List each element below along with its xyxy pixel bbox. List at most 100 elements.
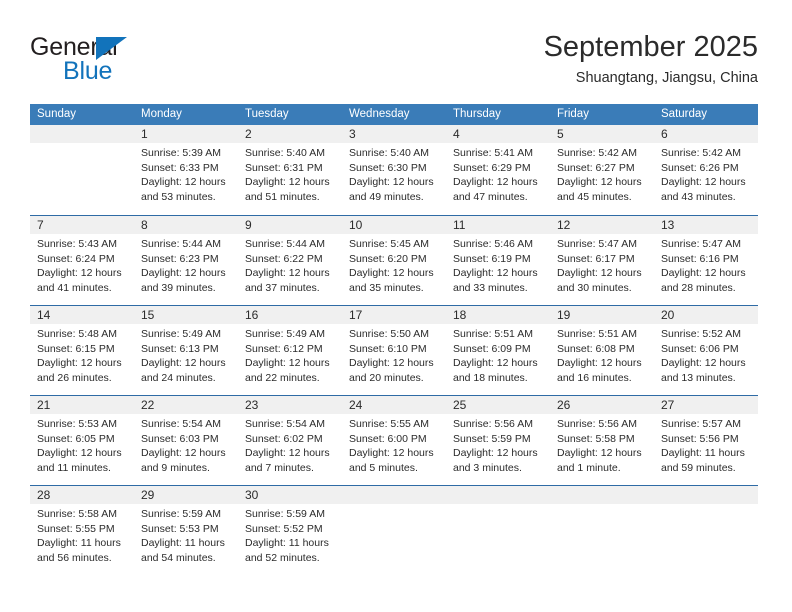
day-number: 26 bbox=[557, 398, 571, 412]
calendar-day-cell[interactable]: 1 Sunrise: 5:39 AM Sunset: 6:33 PM Daylight… bbox=[134, 125, 238, 215]
calendar-day-cell[interactable]: 25 Sunrise: 5:56 AM Sunset: 5:59 PM Dayligh… bbox=[446, 396, 550, 485]
day-number-band: 15 bbox=[134, 306, 238, 324]
daylight-text: Daylight: 12 hours bbox=[557, 447, 642, 460]
calendar-day-cell[interactable]: 4 Sunrise: 5:41 AM Sunset: 6:29 PM Daylight… bbox=[446, 125, 550, 215]
calendar-day-cell[interactable]: 5 Sunrise: 5:42 AM Sunset: 6:27 PM Daylight… bbox=[550, 125, 654, 215]
sunset-text: Sunset: 6:22 PM bbox=[245, 252, 323, 265]
day-number-band: 16 bbox=[238, 306, 342, 324]
calendar-day-cell[interactable]: 26 Sunrise: 5:56 AM Sunset: 5:58 PM Dayligh… bbox=[550, 396, 654, 485]
day-number: 25 bbox=[453, 398, 467, 412]
calendar-day-cell[interactable]: 21 Sunrise: 5:53 AM Sunset: 6:05 PM Dayligh… bbox=[30, 396, 134, 485]
day-number-band bbox=[446, 486, 550, 504]
sunset-text: Sunset: 6:24 PM bbox=[37, 252, 115, 265]
sunset-text: Sunset: 6:08 PM bbox=[557, 342, 635, 355]
calendar-day-cell[interactable]: 7 Sunrise: 5:43 AM Sunset: 6:24 PM Daylight… bbox=[30, 216, 134, 305]
daylight-text: Daylight: 12 hours bbox=[349, 176, 434, 189]
day-number: 13 bbox=[661, 218, 675, 232]
day-number-band: 3 bbox=[342, 125, 446, 143]
sunset-text: Sunset: 6:16 PM bbox=[661, 252, 739, 265]
day-details: Sunrise: 5:51 AM Sunset: 6:08 PM Daylight:… bbox=[550, 324, 654, 385]
day-number: 6 bbox=[661, 127, 668, 141]
sunset-text: Sunset: 6:31 PM bbox=[245, 161, 323, 174]
calendar-day-cell[interactable]: 27 Sunrise: 5:57 AM Sunset: 5:56 PM Dayligh… bbox=[654, 396, 758, 485]
day-number: 4 bbox=[453, 127, 460, 141]
day-number-band: 28 bbox=[30, 486, 134, 504]
sunset-text: Sunset: 5:59 PM bbox=[453, 432, 531, 445]
day-number-band: 4 bbox=[446, 125, 550, 143]
sunrise-text: Sunrise: 5:57 AM bbox=[661, 418, 741, 430]
daylight-text-cont: and 28 minutes. bbox=[661, 281, 736, 294]
calendar-page: General Blue September 2025 Shuangtang, … bbox=[0, 0, 792, 612]
calendar-day-cell[interactable]: 3 Sunrise: 5:40 AM Sunset: 6:30 PM Daylight… bbox=[342, 125, 446, 215]
day-number-band: 2 bbox=[238, 125, 342, 143]
day-number: 2 bbox=[245, 127, 252, 141]
calendar-day-cell[interactable]: 2 Sunrise: 5:40 AM Sunset: 6:31 PM Daylight… bbox=[238, 125, 342, 215]
calendar-day-cell[interactable]: 22 Sunrise: 5:54 AM Sunset: 6:03 PM Dayligh… bbox=[134, 396, 238, 485]
daylight-text: Daylight: 12 hours bbox=[453, 447, 538, 460]
day-number: 10 bbox=[349, 218, 363, 232]
day-details: Sunrise: 5:54 AM Sunset: 6:03 PM Daylight:… bbox=[134, 414, 238, 475]
day-details: Sunrise: 5:59 AM Sunset: 5:52 PM Daylight:… bbox=[238, 504, 342, 565]
sunrise-text: Sunrise: 5:51 AM bbox=[557, 328, 637, 340]
sunset-text: Sunset: 5:53 PM bbox=[141, 522, 219, 535]
sunrise-text: Sunrise: 5:46 AM bbox=[453, 238, 533, 250]
day-number-band: 9 bbox=[238, 216, 342, 234]
daylight-text-cont: and 13 minutes. bbox=[661, 371, 736, 384]
sunset-text: Sunset: 6:10 PM bbox=[349, 342, 427, 355]
day-number-band: 26 bbox=[550, 396, 654, 414]
calendar-day-cell[interactable]: 10 Sunrise: 5:45 AM Sunset: 6:20 PM Dayligh… bbox=[342, 216, 446, 305]
calendar-day-cell[interactable]: 11 Sunrise: 5:46 AM Sunset: 6:19 PM Dayligh… bbox=[446, 216, 550, 305]
calendar-day-cell[interactable]: 16 Sunrise: 5:49 AM Sunset: 6:12 PM Dayligh… bbox=[238, 306, 342, 395]
sunrise-text: Sunrise: 5:59 AM bbox=[141, 508, 221, 520]
daylight-text-cont: and 7 minutes. bbox=[245, 461, 314, 474]
calendar-day-cell[interactable]: 20 Sunrise: 5:52 AM Sunset: 6:06 PM Dayligh… bbox=[654, 306, 758, 395]
calendar-day-cell[interactable]: 19 Sunrise: 5:51 AM Sunset: 6:08 PM Dayligh… bbox=[550, 306, 654, 395]
sunset-text: Sunset: 6:20 PM bbox=[349, 252, 427, 265]
sunset-text: Sunset: 6:33 PM bbox=[141, 161, 219, 174]
calendar-day-cell[interactable]: 29 Sunrise: 5:59 AM Sunset: 5:53 PM Dayligh… bbox=[134, 486, 238, 575]
day-details: Sunrise: 5:42 AM Sunset: 6:27 PM Daylight:… bbox=[550, 143, 654, 204]
sunrise-text: Sunrise: 5:53 AM bbox=[37, 418, 117, 430]
calendar-day-cell[interactable]: 13 Sunrise: 5:47 AM Sunset: 6:16 PM Dayligh… bbox=[654, 216, 758, 305]
calendar-day-cell[interactable]: 30 Sunrise: 5:59 AM Sunset: 5:52 PM Dayligh… bbox=[238, 486, 342, 575]
brand-logo[interactable]: General Blue bbox=[30, 33, 210, 87]
daylight-text-cont: and 33 minutes. bbox=[453, 281, 528, 294]
day-number: 16 bbox=[245, 308, 259, 322]
daylight-text: Daylight: 12 hours bbox=[245, 267, 330, 280]
day-details: Sunrise: 5:54 AM Sunset: 6:02 PM Daylight:… bbox=[238, 414, 342, 475]
sunrise-text: Sunrise: 5:45 AM bbox=[349, 238, 429, 250]
day-details: Sunrise: 5:50 AM Sunset: 6:10 PM Daylight:… bbox=[342, 324, 446, 385]
daylight-text-cont: and 49 minutes. bbox=[349, 190, 424, 203]
day-details bbox=[654, 504, 758, 507]
calendar-day-cell[interactable]: 8 Sunrise: 5:44 AM Sunset: 6:23 PM Daylight… bbox=[134, 216, 238, 305]
calendar-day-cell[interactable]: 9 Sunrise: 5:44 AM Sunset: 6:22 PM Daylight… bbox=[238, 216, 342, 305]
sunset-text: Sunset: 6:26 PM bbox=[661, 161, 739, 174]
calendar-day-cell[interactable]: 28 Sunrise: 5:58 AM Sunset: 5:55 PM Dayligh… bbox=[30, 486, 134, 575]
daylight-text: Daylight: 12 hours bbox=[141, 176, 226, 189]
daylight-text-cont: and 56 minutes. bbox=[37, 551, 112, 564]
sunrise-text: Sunrise: 5:44 AM bbox=[141, 238, 221, 250]
calendar-day-cell[interactable]: 12 Sunrise: 5:47 AM Sunset: 6:17 PM Dayligh… bbox=[550, 216, 654, 305]
day-number-band: 23 bbox=[238, 396, 342, 414]
calendar-day-cell[interactable]: 14 Sunrise: 5:48 AM Sunset: 6:15 PM Dayligh… bbox=[30, 306, 134, 395]
sunset-text: Sunset: 6:23 PM bbox=[141, 252, 219, 265]
calendar-day-cell[interactable]: 6 Sunrise: 5:42 AM Sunset: 6:26 PM Daylight… bbox=[654, 125, 758, 215]
calendar-day-cell[interactable]: 18 Sunrise: 5:51 AM Sunset: 6:09 PM Dayligh… bbox=[446, 306, 550, 395]
calendar-empty-cell bbox=[30, 125, 134, 215]
calendar-day-cell[interactable]: 17 Sunrise: 5:50 AM Sunset: 6:10 PM Dayligh… bbox=[342, 306, 446, 395]
day-number-band: 7 bbox=[30, 216, 134, 234]
sunrise-text: Sunrise: 5:40 AM bbox=[245, 147, 325, 159]
day-details: Sunrise: 5:49 AM Sunset: 6:13 PM Daylight:… bbox=[134, 324, 238, 385]
day-number-band bbox=[550, 486, 654, 504]
daylight-text: Daylight: 12 hours bbox=[349, 357, 434, 370]
daylight-text-cont: and 45 minutes. bbox=[557, 190, 632, 203]
calendar-day-cell[interactable]: 23 Sunrise: 5:54 AM Sunset: 6:02 PM Dayligh… bbox=[238, 396, 342, 485]
daylight-text: Daylight: 12 hours bbox=[661, 267, 746, 280]
sunrise-text: Sunrise: 5:44 AM bbox=[245, 238, 325, 250]
calendar-day-cell[interactable]: 15 Sunrise: 5:49 AM Sunset: 6:13 PM Dayligh… bbox=[134, 306, 238, 395]
daylight-text: Daylight: 12 hours bbox=[349, 267, 434, 280]
sunset-text: Sunset: 6:13 PM bbox=[141, 342, 219, 355]
calendar-day-cell[interactable]: 24 Sunrise: 5:55 AM Sunset: 6:00 PM Dayligh… bbox=[342, 396, 446, 485]
calendar-weeks: 1 Sunrise: 5:39 AM Sunset: 6:33 PM Daylight… bbox=[30, 125, 758, 575]
day-number: 27 bbox=[661, 398, 675, 412]
